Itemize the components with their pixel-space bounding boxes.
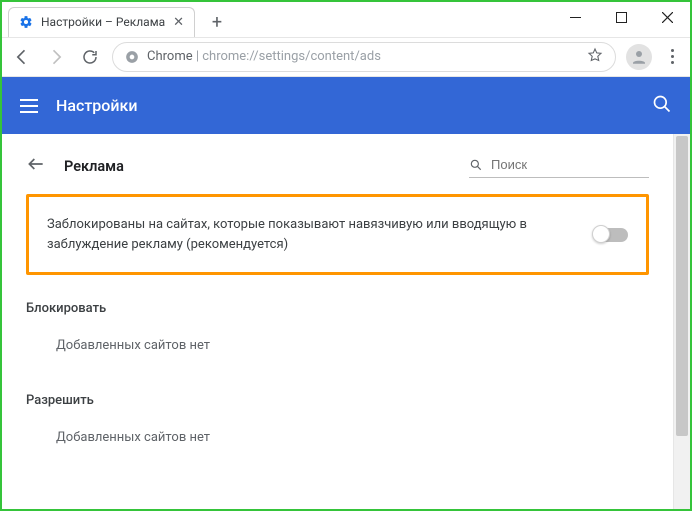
forward-button[interactable] [44, 45, 68, 69]
settings-page: Реклама Заблокированы на сайтах, которые… [2, 134, 673, 509]
settings-favicon-icon [19, 15, 33, 29]
window-controls [552, 2, 690, 32]
allow-section-title: Разрешить [26, 393, 649, 408]
scroll-area: Реклама Заблокированы на сайтах, которые… [2, 134, 690, 509]
scrollbar-thumb[interactable] [676, 136, 688, 436]
back-arrow-icon[interactable] [26, 154, 46, 178]
hamburger-menu-icon[interactable] [20, 99, 38, 113]
browser-tab[interactable]: Настройки – Реклама ✕ [8, 7, 195, 37]
allow-empty-text: Добавленных сайтов нет [56, 430, 649, 445]
search-icon[interactable] [652, 94, 672, 118]
browser-menu-button[interactable] [662, 49, 682, 64]
block-empty-text: Добавленных сайтов нет [56, 338, 649, 353]
ads-toggle[interactable] [594, 228, 628, 242]
page-search-input[interactable] [491, 157, 649, 172]
maximize-button[interactable] [598, 2, 644, 32]
page-header: Реклама [26, 154, 649, 178]
reload-button[interactable] [78, 45, 102, 69]
page-title: Реклама [64, 158, 124, 175]
browser-window: Настройки – Реклама ✕ + Chrome | chrome [0, 0, 692, 511]
content-area: Настройки Реклама Заблокиро [2, 77, 690, 509]
search-icon [469, 157, 483, 173]
settings-header: Настройки [2, 77, 690, 134]
tab-title: Настройки – Реклама [41, 15, 165, 29]
block-section-title: Блокировать [26, 301, 649, 316]
chrome-icon [125, 50, 139, 64]
scrollbar[interactable] [673, 134, 690, 509]
new-tab-button[interactable]: + [203, 9, 231, 37]
bookmark-star-icon[interactable] [587, 47, 603, 67]
tabstrip: Настройки – Реклама ✕ + [2, 2, 552, 37]
url-text: Chrome | chrome://settings/content/ads [147, 49, 381, 64]
toggle-knob [592, 225, 610, 243]
address-bar[interactable]: Chrome | chrome://settings/content/ads [112, 42, 616, 72]
profile-avatar[interactable] [626, 44, 652, 70]
ads-toggle-label: Заблокированы на сайтах, которые показыв… [47, 215, 574, 254]
titlebar: Настройки – Реклама ✕ + [2, 2, 690, 38]
browser-toolbar: Chrome | chrome://settings/content/ads [2, 38, 690, 77]
close-button[interactable] [644, 2, 690, 32]
page-search[interactable] [469, 155, 649, 178]
ads-toggle-row: Заблокированы на сайтах, которые показыв… [26, 194, 649, 275]
tab-close-icon[interactable]: ✕ [173, 16, 184, 29]
back-button[interactable] [10, 45, 34, 69]
minimize-button[interactable] [552, 2, 598, 32]
settings-title: Настройки [56, 96, 652, 115]
